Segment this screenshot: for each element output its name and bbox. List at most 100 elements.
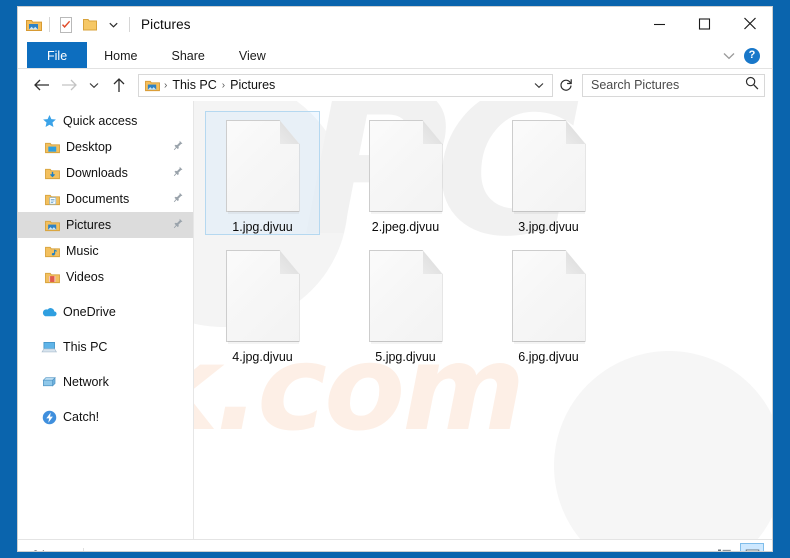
expand-ribbon-icon[interactable]: [723, 47, 735, 65]
file-item[interactable]: 6.jpg.djvuu: [491, 241, 606, 365]
pictures-folder-icon: [43, 219, 61, 232]
status-separator: [82, 547, 84, 551]
title-separator: [129, 17, 130, 32]
pin-icon[interactable]: [173, 140, 183, 154]
file-item[interactable]: 2.jpeg.djvuu: [348, 111, 463, 235]
new-folder-icon[interactable]: [81, 16, 98, 33]
sidebar-item-label: Desktop: [66, 140, 112, 154]
explorer-window: Pictures File Home Share View ? › This P…: [17, 6, 773, 552]
sidebar-item-pictures[interactable]: Pictures: [18, 212, 193, 238]
sidebar-item-this-pc[interactable]: This PC: [18, 334, 193, 360]
status-bar: 6 items: [18, 539, 772, 552]
tab-home[interactable]: Home: [87, 42, 154, 69]
sidebar-item-music[interactable]: Music: [18, 238, 193, 264]
documents-folder-icon: [43, 193, 61, 206]
file-name-label: 5.jpg.djvuu: [375, 350, 436, 364]
sidebar-item-downloads[interactable]: Downloads: [18, 160, 193, 186]
breadcrumb-item-pictures[interactable]: Pictures: [226, 78, 279, 92]
watermark-blob: [554, 351, 772, 539]
forward-button[interactable]: [56, 73, 82, 98]
file-item[interactable]: 3.jpg.djvuu: [491, 111, 606, 235]
downloads-folder-icon: [43, 167, 61, 180]
toolbar-separator: [49, 17, 50, 32]
sidebar-item-catch[interactable]: Catch!: [18, 404, 193, 430]
breadcrumb[interactable]: › This PC › Pictures: [138, 73, 553, 97]
file-name-label: 3.jpg.djvuu: [518, 220, 579, 234]
large-icons-view-button[interactable]: [740, 543, 764, 551]
sidebar-item-network[interactable]: Network: [18, 369, 193, 395]
explorer-body: Quick access Desktop Downloads Documents…: [18, 101, 772, 539]
up-button[interactable]: [106, 73, 132, 98]
help-button[interactable]: ?: [744, 47, 760, 64]
sidebar-item-videos[interactable]: Videos: [18, 264, 193, 290]
tab-share[interactable]: Share: [155, 42, 222, 69]
details-view-button[interactable]: [712, 543, 736, 551]
generic-file-icon: [225, 120, 300, 214]
file-item[interactable]: 1.jpg.djvuu: [205, 111, 320, 235]
sidebar-item-label: Videos: [66, 270, 104, 284]
recent-locations-icon[interactable]: [84, 73, 104, 98]
title-bar: Pictures: [18, 7, 772, 42]
previous-locations-icon[interactable]: [529, 82, 548, 89]
file-list-pane[interactable]: PC risk.com 1.jpg.djvuu 2.jpeg.djvuu: [194, 101, 772, 539]
tab-view[interactable]: View: [222, 42, 283, 69]
file-grid: 1.jpg.djvuu 2.jpeg.djvuu 3.jpg.djvuu 4.j…: [194, 101, 772, 371]
music-folder-icon: [43, 245, 61, 258]
sidebar-item-label: Network: [63, 375, 109, 389]
file-name-label: 2.jpeg.djvuu: [371, 220, 440, 234]
generic-file-icon: [368, 250, 443, 344]
file-item[interactable]: 5.jpg.djvuu: [348, 241, 463, 365]
address-bar: › This PC › Pictures Search Pictures: [18, 69, 772, 101]
file-item[interactable]: 4.jpg.djvuu: [205, 241, 320, 365]
search-box[interactable]: Search Pictures: [582, 73, 765, 97]
properties-icon[interactable]: [57, 16, 74, 33]
sidebar-item-label: Pictures: [66, 218, 112, 232]
sidebar-item-label: Music: [66, 244, 99, 258]
close-button[interactable]: [727, 7, 772, 40]
network-icon: [40, 376, 58, 389]
generic-file-icon: [225, 250, 300, 344]
generic-file-icon: [368, 120, 443, 214]
tab-file[interactable]: File: [27, 42, 88, 69]
pin-icon[interactable]: [173, 218, 183, 232]
sidebar-item-label: OneDrive: [63, 305, 116, 319]
back-button[interactable]: [28, 73, 54, 98]
pictures-folder-icon[interactable]: [25, 16, 42, 33]
breadcrumb-folder-icon: [145, 79, 160, 92]
sidebar-root-quick-access[interactable]: Quick access: [18, 108, 193, 134]
generic-file-icon: [511, 250, 586, 344]
ribbon-tab-bar: File Home Share View ?: [18, 42, 772, 69]
refresh-button[interactable]: [555, 74, 577, 97]
file-name-label: 4.jpg.djvuu: [232, 350, 293, 364]
maximize-button[interactable]: [682, 7, 727, 40]
videos-folder-icon: [43, 271, 61, 284]
generic-file-icon: [511, 120, 586, 214]
quick-access-toolbar: [18, 16, 130, 33]
pin-icon[interactable]: [173, 166, 183, 180]
file-name-label: 1.jpg.djvuu: [232, 220, 293, 234]
sidebar-item-label: Downloads: [66, 166, 128, 180]
desktop-folder-icon: [43, 141, 61, 154]
ribbon-controls: ?: [723, 42, 768, 69]
item-count-label: 6 items: [32, 548, 71, 552]
star-icon: [40, 114, 58, 129]
sidebar-item-label: This PC: [63, 340, 108, 354]
catch-app-icon: [40, 410, 58, 425]
pin-icon[interactable]: [173, 192, 183, 206]
sidebar-item-documents[interactable]: Documents: [18, 186, 193, 212]
view-mode-buttons: [712, 543, 764, 551]
customize-dropdown-icon[interactable]: [105, 16, 122, 33]
sidebar-item-label: Documents: [66, 192, 130, 206]
breadcrumb-item-this-pc[interactable]: This PC: [168, 78, 220, 92]
sidebar-item-desktop[interactable]: Desktop: [18, 134, 193, 160]
search-icon: [745, 76, 759, 95]
sidebar-item-onedrive[interactable]: OneDrive: [18, 299, 193, 325]
sidebar-item-label: Catch!: [63, 410, 100, 424]
search-input[interactable]: Search Pictures: [591, 78, 745, 92]
minimize-button[interactable]: [637, 7, 682, 40]
this-pc-icon: [40, 341, 58, 354]
